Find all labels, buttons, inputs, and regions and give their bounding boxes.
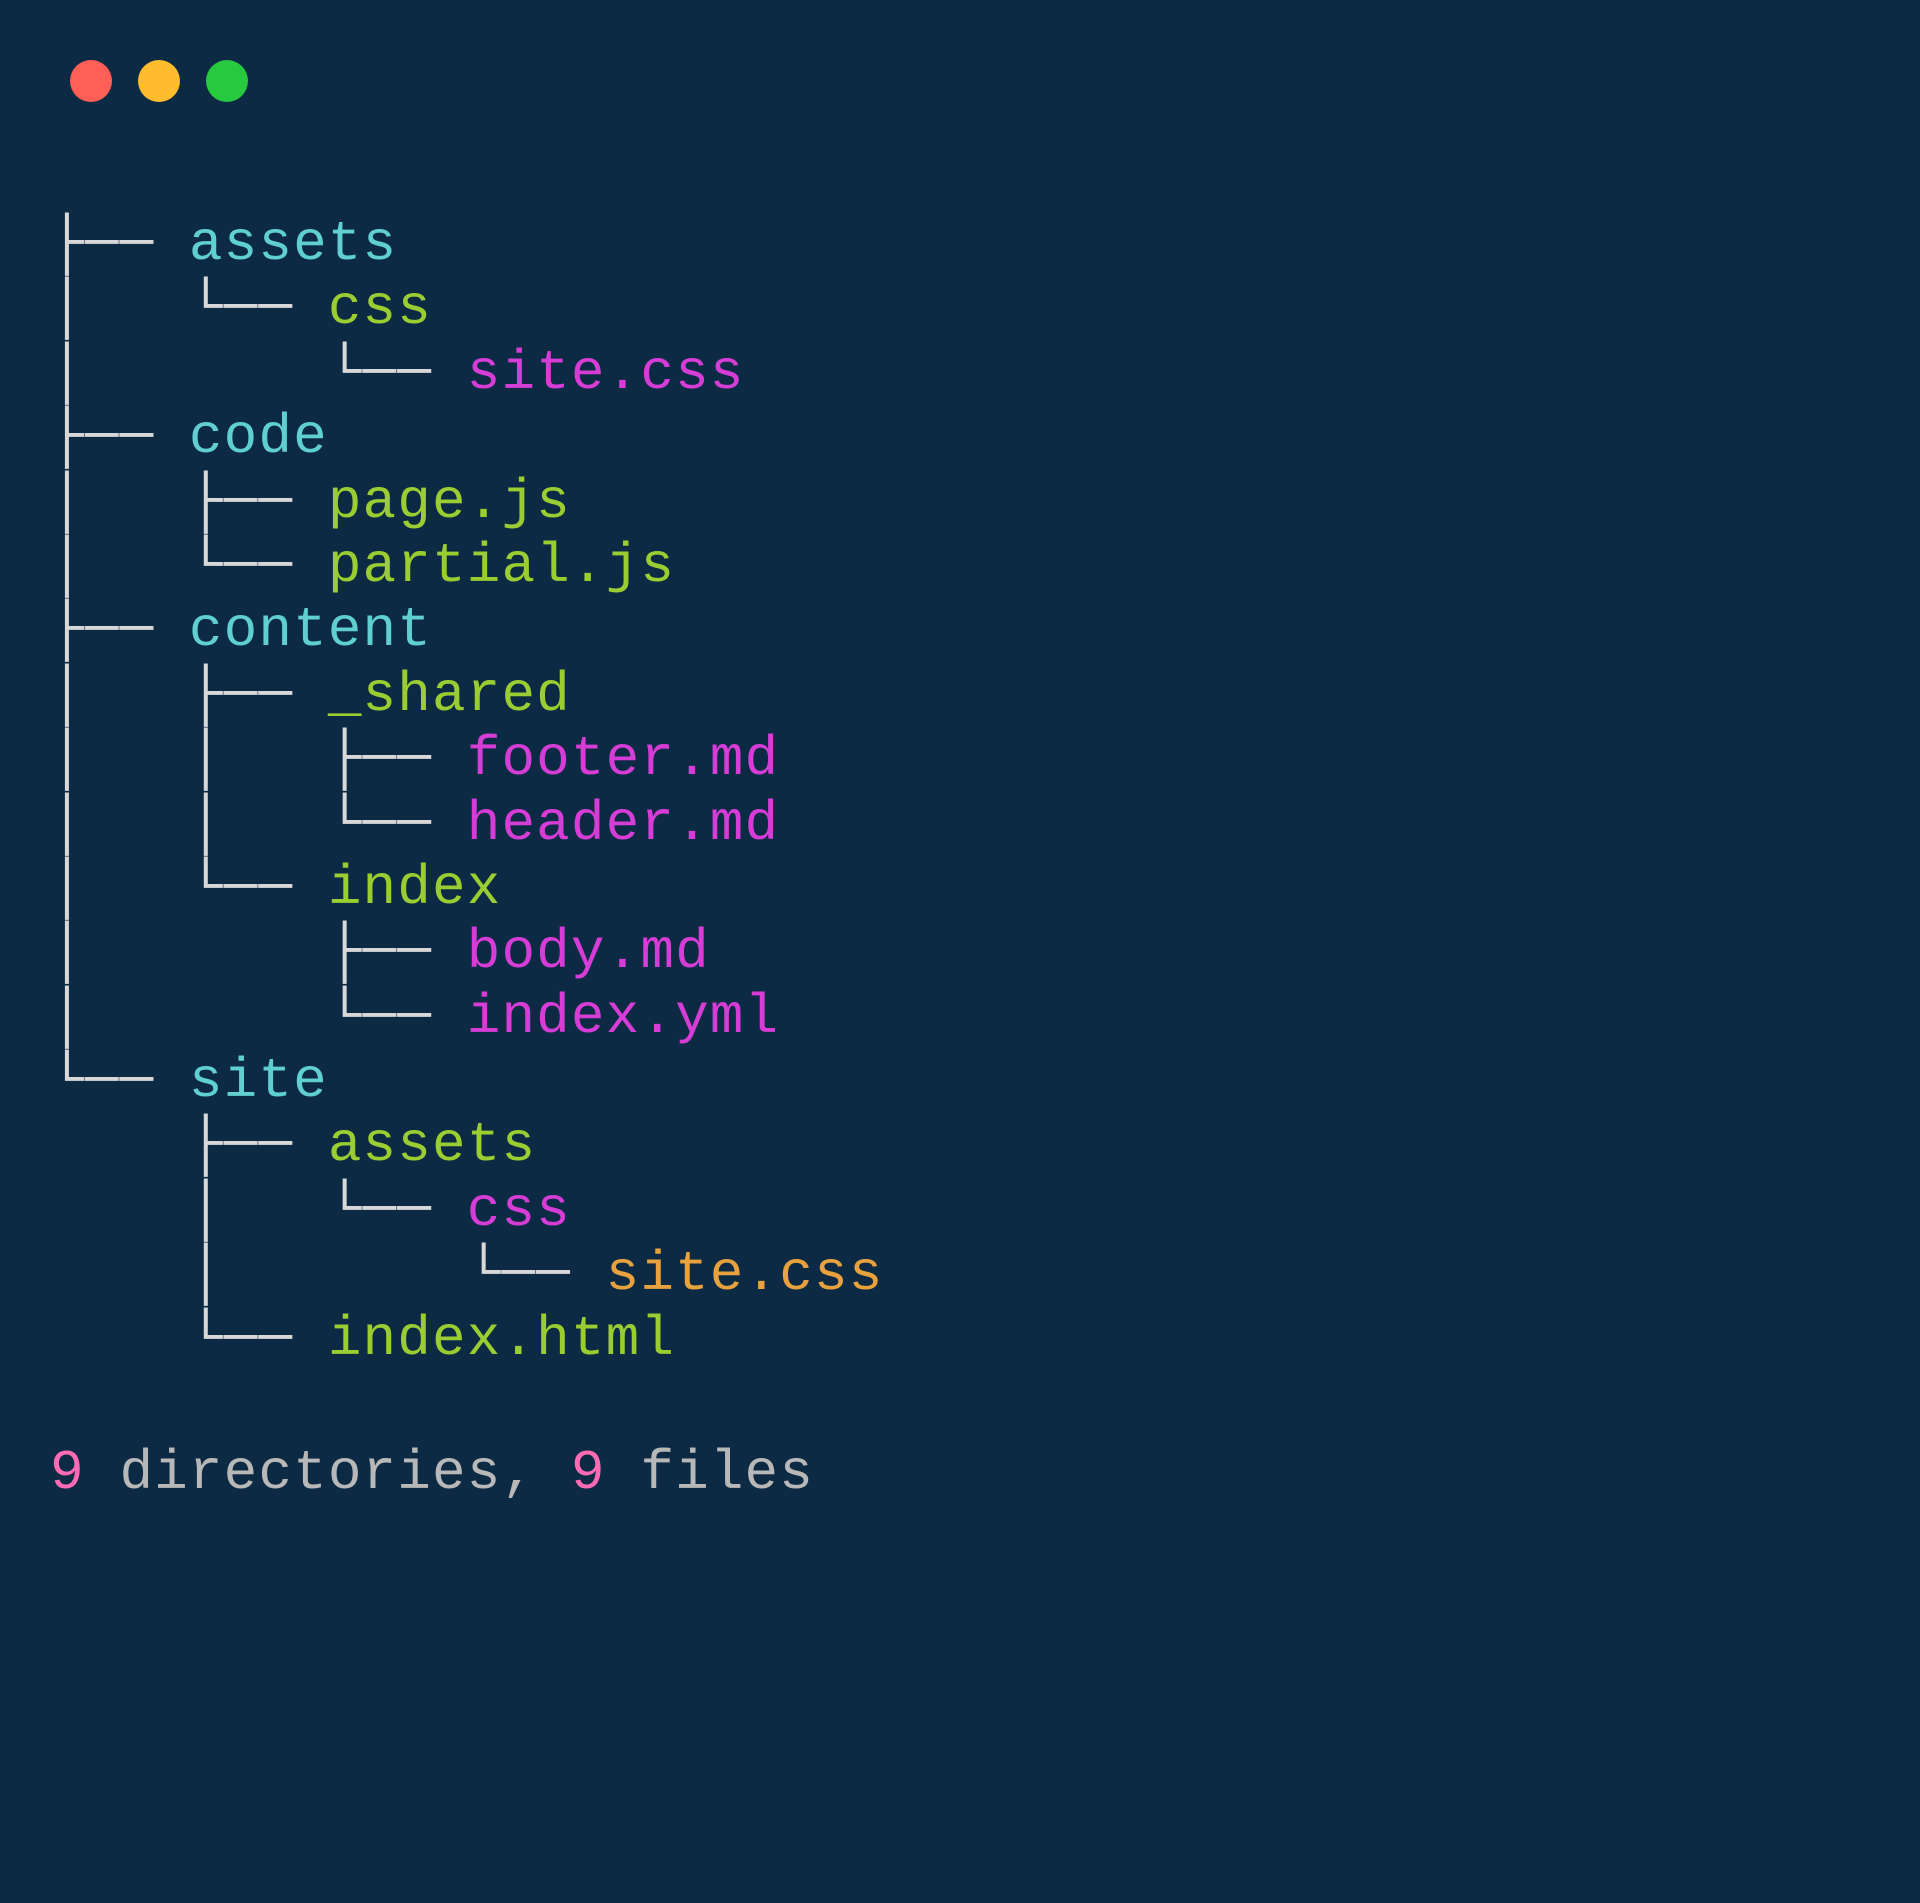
maximize-icon[interactable] (206, 60, 248, 102)
tree-entry: site.css (606, 1242, 884, 1306)
tree-prefix: ├── (50, 405, 189, 469)
tree-entry: index.yml (467, 985, 780, 1049)
tree-entry: page.js (328, 470, 571, 534)
tree-prefix: ├── (50, 598, 189, 662)
tree-prefix: └── (50, 1307, 328, 1371)
tree-prefix: │ │ ├── (50, 727, 467, 791)
tree-prefix: │ ├── (50, 663, 328, 727)
tree-entry: site.css (467, 341, 745, 405)
tree-entry: header.md (467, 792, 780, 856)
tree-entry: assets (328, 1113, 536, 1177)
tree-entry: assets (189, 212, 397, 276)
tree-prefix: │ └── (50, 1178, 467, 1242)
tree-prefix: │ └── (50, 534, 328, 598)
tree-entry: code (189, 405, 328, 469)
tree-entry: _shared (328, 663, 571, 727)
tree-entry: index.html (328, 1307, 675, 1371)
minimize-icon[interactable] (138, 60, 180, 102)
tree-entry: css (328, 276, 432, 340)
window-controls (70, 60, 1880, 102)
tree-entry: partial.js (328, 534, 675, 598)
tree-prefix: │ └── (50, 341, 467, 405)
tree-prefix: │ └── (50, 856, 328, 920)
tree-entry: index (328, 856, 502, 920)
tree-prefix: │ └── (50, 985, 467, 1049)
tree-entry: css (467, 1178, 571, 1242)
tree-prefix: │ └── (50, 276, 328, 340)
tree-entry: site (189, 1049, 328, 1113)
tree-prefix: ├── (50, 212, 189, 276)
file-label: files (606, 1441, 814, 1505)
tree-prefix: └── (50, 1049, 189, 1113)
tree-prefix: │ ├── (50, 470, 328, 534)
tree-entry: body.md (467, 920, 710, 984)
tree-prefix: │ │ └── (50, 792, 467, 856)
tree-prefix: │ ├── (50, 920, 467, 984)
close-icon[interactable] (70, 60, 112, 102)
tree-prefix: ├── (50, 1113, 328, 1177)
file-count: 9 (571, 1441, 606, 1505)
tree-entry: footer.md (467, 727, 780, 791)
tree-output: ├── assets │ └── css │ └── site.css ├── … (50, 212, 1880, 1371)
tree-prefix: │ └── (50, 1242, 606, 1306)
tree-summary: 9 directories, 9 files (50, 1441, 1880, 1505)
dir-count: 9 (50, 1441, 85, 1505)
tree-entry: content (189, 598, 432, 662)
dir-label: directories, (85, 1441, 571, 1505)
